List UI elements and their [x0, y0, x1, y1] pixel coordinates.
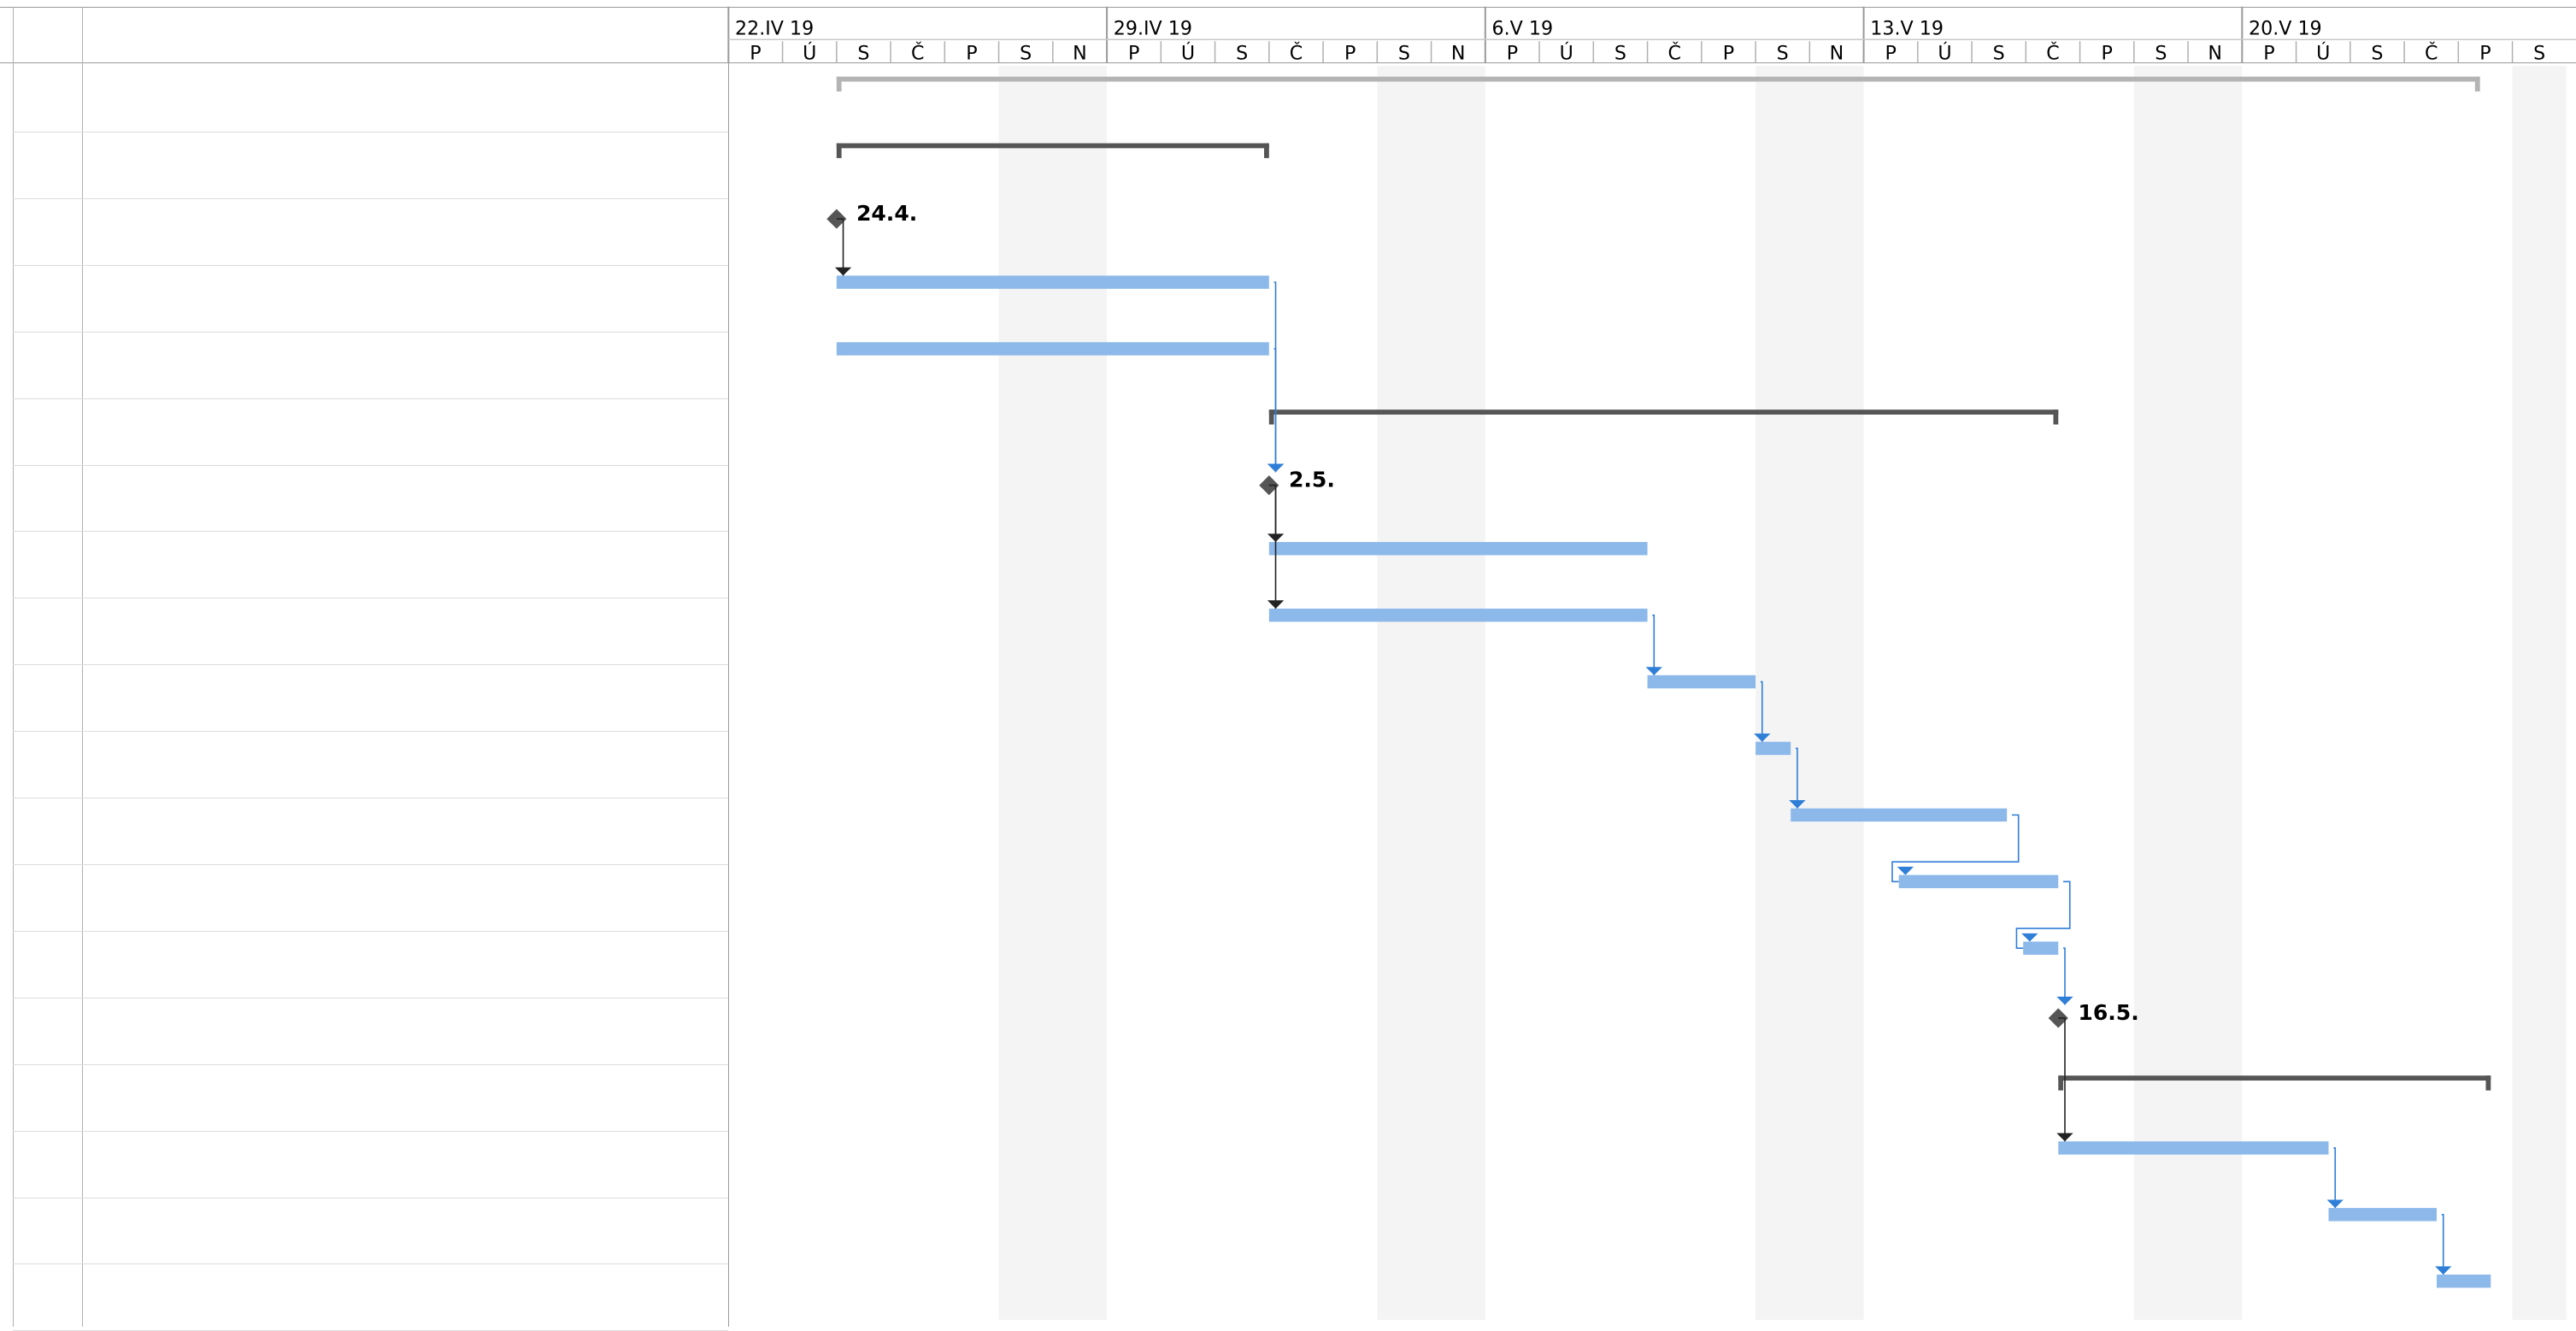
project-bar — [836, 76, 2480, 82]
weekend-shade — [1377, 66, 1432, 1320]
dependency-arrowhead — [2435, 1266, 2452, 1275]
summary-bar — [836, 143, 1269, 149]
milestone-date-label: 24.4. — [856, 201, 917, 226]
day-label: S — [857, 42, 869, 64]
task-bar — [2437, 1274, 2491, 1288]
task-bar — [836, 275, 1269, 289]
day-label: Č — [2425, 40, 2438, 64]
day-label: S — [1614, 42, 1626, 64]
dependency-link — [2015, 880, 2071, 949]
day-label: Č — [1290, 40, 1303, 64]
dependency-link — [2063, 947, 2066, 1005]
dependency-arrowhead — [2056, 996, 2073, 1005]
task-bar — [1898, 875, 2059, 888]
day-label: S — [1236, 42, 1248, 64]
gantt-view: 22.IV 19 29.IV 19 6.V 19 13.V 19 20.V 19 P Ú S Č… — [0, 0, 2576, 1331]
day-label: P — [2102, 42, 2113, 64]
task-bar — [2328, 1208, 2438, 1222]
summary-bar-start-cap — [1268, 409, 1274, 425]
day-label: S — [1398, 42, 1410, 64]
day-label: Ú — [803, 40, 816, 64]
dependency-link — [1652, 614, 1656, 675]
week-label: 13.V 19 — [1870, 17, 1944, 39]
summary-bar-start-cap — [2058, 1075, 2064, 1091]
task-bar — [1268, 542, 1648, 556]
weekend-shade — [2512, 66, 2567, 1320]
weekend-shade — [2133, 66, 2189, 1320]
day-label: P — [750, 42, 761, 64]
dependency-arrowhead — [2056, 1133, 2073, 1142]
task-bar — [1791, 808, 2008, 822]
dependency-arrowhead — [1267, 463, 1285, 473]
day-label: S — [1020, 42, 1032, 64]
day-label: N — [1830, 42, 1844, 64]
task-bar — [836, 342, 1269, 356]
dependency-arrowhead — [1267, 600, 1285, 609]
day-label: S — [2533, 42, 2545, 64]
day-label: Ú — [2316, 40, 2330, 64]
dependency-arrowhead — [1897, 866, 1914, 875]
weekend-shade — [1052, 66, 1108, 1320]
day-label: P — [2263, 42, 2274, 64]
day-label: Č — [2046, 40, 2059, 64]
day-label: S — [2155, 42, 2167, 64]
weekend-shade — [1756, 66, 1810, 1320]
day-label: Č — [1667, 40, 1680, 64]
day-label: P — [966, 42, 977, 64]
day-label: P — [1885, 42, 1897, 64]
day-label: N — [2208, 42, 2222, 64]
day-label: S — [2371, 42, 2383, 64]
project-bar-start-cap — [836, 76, 842, 92]
dependency-arrowhead — [2021, 933, 2038, 942]
dependency-link — [2333, 1147, 2337, 1209]
gantt-chart: 22.IV 19 29.IV 19 6.V 19 13.V 19 20.V 19 P Ú S Č… — [727, 6, 2576, 1320]
summary-bar-end-cap — [2053, 409, 2059, 425]
task-bar — [1756, 741, 1791, 756]
day-label: S — [1993, 42, 2005, 64]
day-label: S — [1777, 42, 1789, 64]
task-bar — [2058, 1141, 2329, 1155]
day-label: Ú — [1560, 40, 1573, 64]
dependency-link — [2441, 1214, 2444, 1275]
project-bar-end-cap — [2474, 76, 2480, 92]
weekend-shade — [998, 66, 1053, 1320]
week-label: 22.IV 19 — [735, 17, 814, 39]
dependency-arrowhead — [2326, 1199, 2344, 1209]
weekend-shade — [2188, 66, 2243, 1320]
summary-bar-end-cap — [2485, 1075, 2491, 1091]
weekend-shade — [1431, 66, 1485, 1320]
day-label: Ú — [1938, 40, 1951, 64]
task-bar — [2023, 941, 2059, 955]
dependency-arrowhead — [1645, 667, 1662, 675]
day-label: Č — [911, 40, 924, 64]
summary-bar-start-cap — [836, 143, 842, 158]
summary-bar — [2058, 1075, 2491, 1081]
summary-bar-end-cap — [1264, 143, 1269, 158]
weekend-shade — [1809, 66, 1864, 1320]
task-bar — [1647, 674, 1756, 689]
day-label: P — [1507, 42, 1518, 64]
day-label: P — [1128, 42, 1139, 64]
milestone-date-label: 16.5. — [2078, 1000, 2138, 1025]
day-label: Ú — [1181, 40, 1195, 64]
task-bar — [1268, 608, 1648, 622]
day-label: P — [2479, 42, 2491, 64]
week-label: 29.IV 19 — [1114, 17, 1192, 39]
dependency-link — [1891, 814, 2020, 883]
week-label: 20.V 19 — [2249, 17, 2322, 39]
day-label: P — [1344, 42, 1356, 64]
day-label: N — [1451, 42, 1466, 64]
milestone-date-label: 2.5. — [1289, 468, 1335, 492]
day-label: P — [1723, 42, 1734, 64]
summary-bar — [1268, 409, 2059, 415]
day-label: N — [1073, 42, 1087, 64]
week-label: 6.V 19 — [1492, 17, 1554, 39]
dependency-arrowhead — [834, 267, 852, 276]
